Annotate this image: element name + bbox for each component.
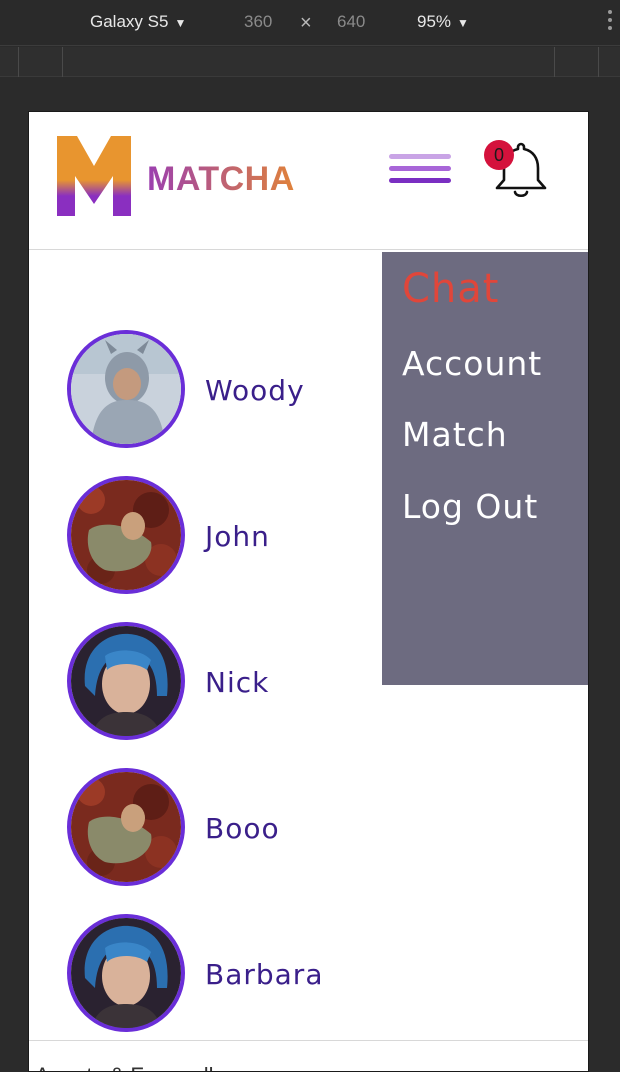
logo-icon[interactable] — [57, 136, 131, 216]
contact-name: John — [205, 520, 270, 553]
notification-badge: 0 — [484, 140, 514, 170]
avatar — [67, 914, 185, 1032]
footer: Agents & Farewell — [29, 1040, 588, 1071]
menu-toggle-icon[interactable] — [389, 154, 451, 188]
chat-item-john[interactable]: John — [67, 476, 387, 596]
avatar — [67, 622, 185, 740]
menu-item-account[interactable]: Account — [402, 344, 542, 383]
chevron-down-icon: ▼ — [174, 16, 187, 30]
contact-name: Woody — [205, 374, 305, 407]
zoom-value: 95% — [417, 12, 452, 31]
menu-item-match[interactable]: Match — [402, 415, 508, 454]
avatar — [67, 768, 185, 886]
contact-name: Booo — [205, 812, 280, 845]
media-query-ruler — [0, 47, 620, 77]
device-viewport: MATCHA 0 Woody John Nick Booo Barbara Ch… — [28, 111, 589, 1072]
contact-name: Barbara — [205, 958, 324, 991]
chevron-down-icon: ▼ — [457, 16, 469, 30]
menu-item-logout[interactable]: Log Out — [402, 487, 538, 526]
chat-item-nick[interactable]: Nick — [67, 622, 387, 742]
more-options-icon[interactable] — [608, 10, 614, 36]
chat-item-woody[interactable]: Woody — [67, 330, 387, 450]
app-name: MATCHA — [147, 160, 295, 198]
avatar — [67, 476, 185, 594]
chat-item-barbara[interactable]: Barbara — [67, 914, 387, 1034]
device-selector[interactable]: Galaxy S5 ▼ — [90, 12, 186, 32]
chat-item-booo[interactable]: Booo — [67, 768, 387, 888]
nav-menu: Chat Account Match Log Out — [382, 252, 588, 685]
device-name: Galaxy S5 — [90, 12, 169, 31]
avatar — [67, 330, 185, 448]
viewport-height[interactable]: 640 — [337, 12, 365, 32]
devtools-toolbar: Galaxy S5 ▼ 360 × 640 95% ▼ — [0, 0, 620, 46]
app-header: MATCHA 0 — [29, 112, 588, 250]
footer-text: Agents & Farewell — [35, 1063, 214, 1071]
zoom-selector[interactable]: 95% ▼ — [417, 12, 469, 32]
contact-name: Nick — [205, 666, 270, 699]
dimension-separator: × — [300, 12, 312, 34]
viewport-width[interactable]: 360 — [244, 12, 272, 32]
menu-item-chat[interactable]: Chat — [402, 266, 499, 312]
